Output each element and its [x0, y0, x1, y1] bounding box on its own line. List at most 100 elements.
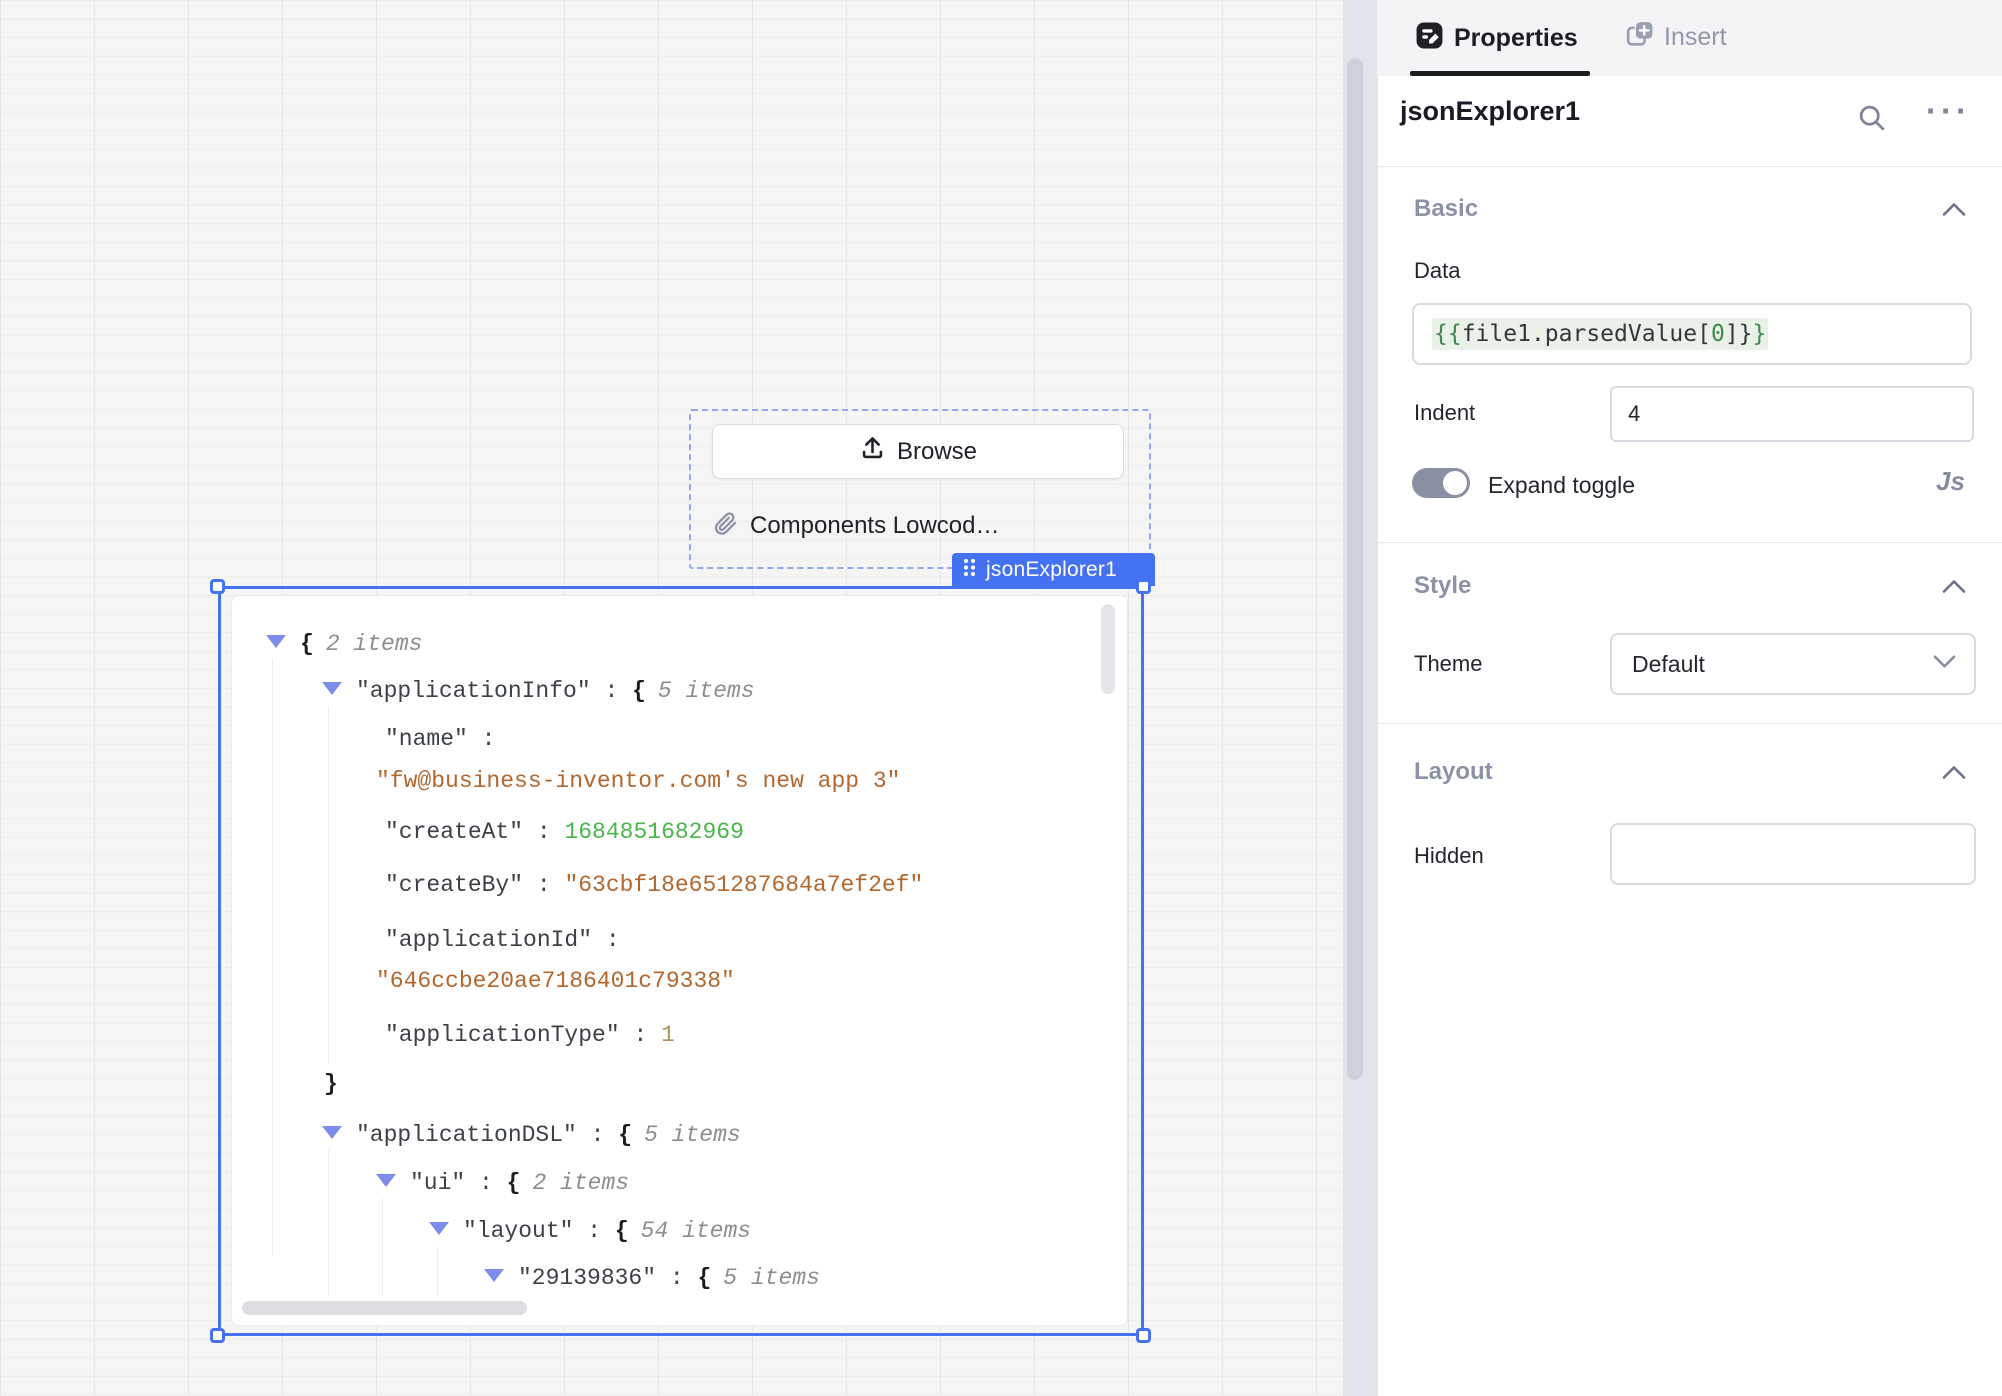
browse-button[interactable]: Browse [712, 424, 1124, 479]
json-bracket: } [324, 1071, 338, 1097]
canvas-scrollbar-thumb[interactable] [1347, 58, 1363, 1080]
expand-toggle-switch[interactable] [1412, 468, 1470, 498]
json-items: 5 items [644, 1122, 741, 1148]
insert-icon [1623, 21, 1654, 53]
json-items: 54 items [641, 1218, 751, 1244]
indent-input[interactable]: 4 [1610, 386, 1974, 442]
json-colon: : [573, 1218, 614, 1244]
component-title: jsonExplorer1 [1400, 96, 1580, 127]
json-tree-line: "applicationId" : [385, 925, 620, 955]
json-horizontal-scrollbar[interactable] [242, 1301, 527, 1315]
collapse-triangle-icon[interactable] [266, 635, 286, 648]
json-tree-line: "applicationInfo" : {5 items [322, 676, 755, 706]
collapse-triangle-icon[interactable] [484, 1269, 504, 1282]
toggle-knob [1443, 471, 1467, 495]
json-tree-line: "createAt" : 1684851682969 [385, 817, 744, 847]
json-colon: : [591, 678, 632, 704]
resize-handle-bottom-left[interactable] [210, 1328, 225, 1343]
expand-toggle-label: Expand toggle [1488, 472, 1635, 499]
json-key: "applicationInfo" [356, 678, 591, 704]
json-key: "ui" [410, 1170, 465, 1196]
collapse-triangle-icon[interactable] [376, 1174, 396, 1187]
collapse-triangle-icon[interactable] [322, 682, 342, 695]
section-layout-header[interactable]: Layout [1414, 758, 1493, 786]
json-string: "646ccbe20ae7186401c79338" [376, 968, 735, 994]
json-string: "fw@business-inventor.com's new app 3" [376, 768, 901, 794]
chevron-down-icon [1933, 654, 1956, 674]
browse-button-label: Browse [897, 438, 977, 466]
json-colon: : [577, 1122, 618, 1148]
json-num: 1684851682969 [564, 819, 743, 845]
divider [1377, 166, 2002, 167]
tab-insert[interactable]: Insert [1623, 21, 1727, 53]
code-token: {{ [1434, 321, 1462, 347]
indent-guide [272, 658, 273, 1256]
properties-icon [1415, 21, 1444, 55]
resize-handle-top-right[interactable] [1136, 579, 1151, 594]
theme-select-value: Default [1632, 651, 1933, 678]
json-tree-line: "name" : [385, 724, 495, 754]
indent-field-label: Indent [1414, 400, 1475, 426]
json-key: "29139836" [518, 1265, 656, 1291]
section-basic-header[interactable]: Basic [1414, 195, 1478, 223]
json-bracket: { [632, 678, 646, 704]
search-icon[interactable] [1856, 102, 1888, 139]
section-style-header[interactable]: Style [1414, 572, 1471, 600]
json-tree-line: {2 items [266, 629, 422, 659]
drag-handle-icon[interactable] [962, 557, 977, 583]
json-key: "createAt" [385, 819, 523, 845]
hidden-field-label: Hidden [1414, 843, 1484, 869]
json-items: 2 items [326, 631, 423, 657]
json-key: "applicationType" [385, 1022, 620, 1048]
data-field-label: Data [1414, 258, 1460, 284]
json-colon: : [592, 927, 620, 953]
tab-insert-label: Insert [1664, 23, 1727, 52]
indent-guide [328, 1150, 329, 1296]
theme-select[interactable]: Default [1610, 633, 1976, 695]
app-editor: Browse Components Lowcod… jsonExplorer1 [0, 0, 2002, 1396]
json-bracket: { [300, 631, 314, 657]
data-input[interactable]: {{file1.parsedValue[0]}} [1412, 303, 1972, 365]
divider [1377, 542, 2002, 543]
chevron-up-icon[interactable] [1942, 765, 1966, 785]
json-key: "createBy" [385, 872, 523, 898]
tab-properties[interactable]: Properties [1415, 21, 1578, 55]
json-explorer-component[interactable]: {2 items "applicationInfo" : {5 items "nam… [231, 595, 1128, 1326]
json-int: 1 [661, 1022, 675, 1048]
collapse-triangle-icon[interactable] [322, 1126, 342, 1139]
hidden-input[interactable] [1610, 823, 1976, 885]
more-menu-icon[interactable]: ··· [1926, 92, 1971, 130]
json-string: "63cbf18e651287684a7ef2ef" [564, 872, 923, 898]
json-tree-line: "ui" : {2 items [376, 1168, 629, 1198]
js-toggle-icon[interactable]: Js [1936, 466, 1965, 497]
chevron-up-icon[interactable] [1942, 579, 1966, 599]
code-token: } [1753, 321, 1767, 347]
upload-icon [859, 435, 886, 469]
json-colon: : [468, 726, 496, 752]
theme-field-label: Theme [1414, 651, 1482, 677]
json-colon: : [620, 1022, 661, 1048]
resize-handle-top-left[interactable] [210, 579, 225, 594]
component-name-tag[interactable]: jsonExplorer1 [952, 553, 1155, 586]
json-colon: : [523, 872, 564, 898]
indent-guide [437, 1246, 438, 1296]
json-bracket: { [615, 1218, 629, 1244]
collapse-triangle-icon[interactable] [429, 1222, 449, 1235]
indent-input-value: 4 [1628, 401, 1640, 427]
active-tab-underline [1410, 71, 1590, 76]
canvas-scrollbar-track[interactable] [1343, 0, 1377, 1396]
json-tree-line: "layout" : {54 items [429, 1216, 751, 1246]
paperclip-icon [712, 510, 739, 542]
tab-properties-label: Properties [1454, 24, 1578, 53]
uploaded-file-row[interactable]: Components Lowcod… [712, 508, 999, 544]
divider [1377, 723, 2002, 724]
json-vertical-scrollbar[interactable] [1101, 604, 1115, 694]
component-name-tag-label: jsonExplorer1 [986, 558, 1117, 582]
json-items: 5 items [658, 678, 755, 704]
code-token: ]} [1725, 321, 1753, 347]
json-items: 5 items [723, 1265, 820, 1291]
json-bracket: { [507, 1170, 521, 1196]
json-bracket: { [618, 1122, 632, 1148]
chevron-up-icon[interactable] [1942, 202, 1966, 222]
resize-handle-bottom-right[interactable] [1136, 1328, 1151, 1343]
